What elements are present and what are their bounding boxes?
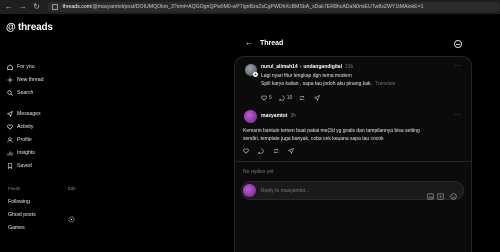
nav-label: For you [17, 64, 35, 70]
bookmark-icon [7, 163, 13, 169]
nav-saved[interactable]: Saved [7, 163, 32, 169]
post1-line2: Spill karya kalian , sapa tau jodoh aku … [261, 80, 372, 87]
threads-logo[interactable]: @ threads [6, 22, 53, 33]
browser-toolbar: ← → ↻ threads.com/@masyamtot/post/DOIUMQ… [0, 0, 500, 14]
logo-text: threads [18, 22, 53, 33]
share-button[interactable] [288, 148, 296, 154]
site-info-icon[interactable] [52, 4, 59, 10]
post2-line2: sendiri, template juga banyak, coba cek … [243, 135, 384, 142]
more-options-icon[interactable] [454, 40, 462, 48]
ghost-posts-icon[interactable] [68, 210, 75, 223]
person-icon [7, 137, 13, 143]
translate-link[interactable]: Translate [375, 81, 396, 87]
heart-icon [261, 95, 267, 101]
post2-line1: Kemarin bantuin temen buat pakai me(3d y… [243, 128, 420, 134]
nav-messages[interactable]: Messages [7, 111, 41, 117]
repost-button[interactable] [299, 95, 307, 101]
post2-text: Kemarin bantuin temen buat pakai me(3d y… [243, 128, 420, 143]
post1-actions: 5 10 [261, 95, 329, 101]
avatar [243, 184, 256, 197]
post2-username[interactable]: masyamtot [261, 113, 287, 119]
like-count: 5 [269, 95, 272, 101]
post1-time: 21h [344, 64, 354, 70]
post2-more-icon[interactable]: ··· [454, 112, 462, 118]
forward-arrow-icon[interactable]: → [18, 2, 28, 12]
like-button[interactable]: 5 [261, 95, 272, 101]
nav-label: Saved [17, 163, 32, 169]
feeds-edit-link[interactable]: Edit [68, 186, 76, 191]
image-icon[interactable] [427, 187, 434, 200]
topic-separator: › [299, 64, 302, 70]
like-button[interactable] [243, 148, 251, 154]
back-arrow-icon[interactable]: ← [4, 2, 14, 12]
post1-meta: nurul_alimah14 › undangandigital 21h [261, 64, 353, 70]
gif-icon[interactable] [437, 187, 444, 200]
feed-following[interactable]: Following [8, 199, 30, 205]
nav-for-you[interactable]: For you [7, 64, 35, 70]
comment-icon [258, 148, 264, 154]
post1-line1: Lagi nyari fitur lengkap dgn tema modern [261, 73, 352, 79]
post2-actions [243, 148, 303, 154]
repost-icon [273, 148, 279, 154]
nav-label: New thread [17, 77, 44, 83]
post2-time: 3h [290, 113, 296, 119]
reply-count: 10 [286, 95, 293, 101]
comment-icon [278, 95, 285, 101]
back-arrow-icon[interactable]: ← [245, 38, 253, 47]
reply-placeholder: Reply to masyamtot... [261, 188, 310, 194]
feed-games[interactable]: Games [8, 225, 25, 231]
url-text: threads.com/@masyamtot/post/DOIUMQOkm_3?… [62, 4, 424, 10]
home-icon [7, 64, 13, 70]
nav-label: Messages [17, 111, 41, 117]
post1-text: Lagi nyari fitur lengkap dgn tema modern… [261, 73, 396, 88]
post1-more-icon[interactable]: ··· [454, 63, 462, 69]
post1-topic[interactable]: undangandigital [303, 64, 342, 70]
repost-button[interactable] [273, 148, 281, 154]
feed-ghost-posts[interactable]: Ghost posts [8, 212, 36, 218]
reply-button[interactable] [258, 148, 266, 154]
page-title: Thread [260, 40, 284, 47]
address-bar[interactable]: threads.com/@masyamtot/post/DOIUMQOkm_3?… [47, 2, 500, 12]
reply-button[interactable]: 10 [278, 95, 293, 101]
chart-icon [7, 150, 13, 156]
no-replies-text: No replies yet [243, 169, 274, 175]
nav-insights[interactable]: Insights [7, 150, 35, 156]
share-button[interactable] [314, 95, 322, 101]
threads-logo-icon: @ [6, 22, 16, 33]
nav-search[interactable]: Search [7, 90, 33, 96]
share-icon [314, 95, 321, 101]
follow-plus-icon[interactable]: + [253, 72, 258, 77]
search-icon [7, 90, 13, 96]
nav-activity[interactable]: Activity [7, 124, 33, 130]
nav-label: Profile [17, 137, 32, 143]
reload-icon[interactable]: ↻ [32, 2, 42, 12]
post1-username[interactable]: nurul_alimah14 [261, 64, 298, 70]
nav-label: Activity [17, 124, 34, 130]
repost-icon [300, 95, 305, 101]
post2-meta: masyamtot 3h [261, 113, 296, 119]
share-icon [288, 148, 294, 154]
nav-new-thread[interactable]: New thread [7, 77, 44, 83]
plus-icon [7, 77, 13, 83]
divider [235, 161, 471, 162]
heart-icon [7, 124, 13, 130]
heart-icon [243, 148, 249, 154]
feeds-heading: Feeds [8, 186, 21, 191]
send-icon [7, 111, 13, 117]
avatar[interactable] [244, 110, 257, 123]
nav-profile[interactable]: Profile [7, 137, 32, 143]
nav-label: Insights [17, 150, 35, 156]
nav-label: Search [17, 90, 34, 96]
emoji-icon[interactable] [450, 187, 457, 200]
